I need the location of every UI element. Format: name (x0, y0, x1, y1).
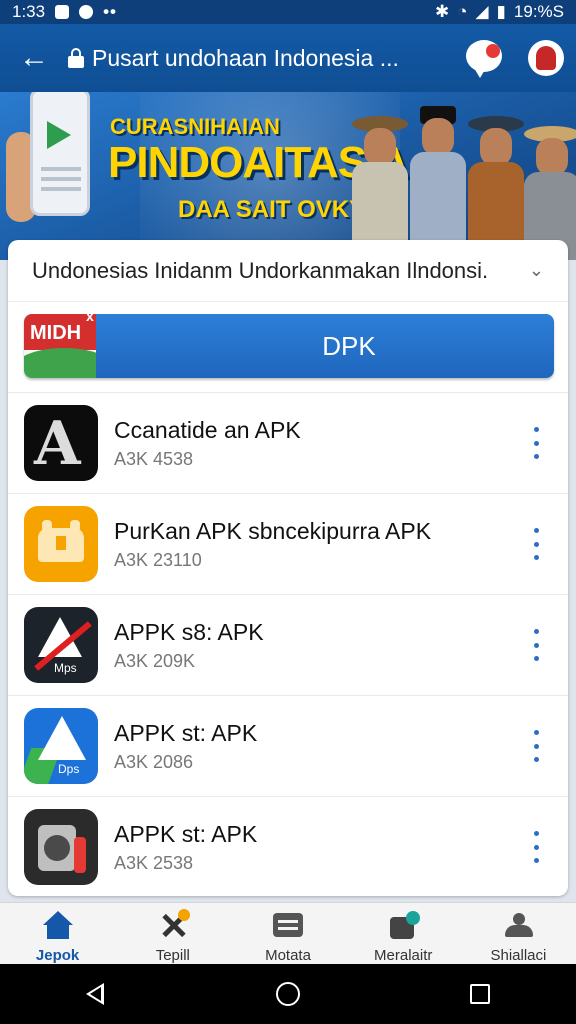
content-card: Undonesias Inidanm Undorkanmakan Ilndons… (8, 240, 568, 896)
dpk-row: DPK MIDH x (8, 302, 568, 392)
list-item[interactable]: PurKan APK sbncekipurra APK A3K 23110 (8, 493, 568, 594)
app-list: A Ccanatide an APK A3K 4538 PurKan APK s… (8, 392, 568, 896)
wifi-icon: ◔ (457, 2, 468, 21)
bottom-navigation: Jepok Tepill Motata Meralaitr Shiallaci (0, 902, 576, 964)
back-button[interactable]: ← (0, 24, 68, 92)
chat-notification-button[interactable] (466, 40, 502, 78)
system-navigation-bar (0, 964, 576, 1024)
status-bar: 1:33 •• ✱ ◔ ◢ ▮ 19:%S (0, 0, 576, 24)
letter-a-icon: A (24, 405, 98, 481)
android-icon (24, 506, 98, 582)
signal-icon: ◢ (475, 2, 489, 21)
more-options-button[interactable] (530, 730, 542, 762)
home-icon (42, 911, 73, 939)
more-notifications-icon: •• (103, 2, 117, 21)
person-image (410, 100, 466, 260)
app-name: Ccanatide an APK (114, 417, 301, 443)
app-size: A3K 2086 (114, 752, 194, 772)
dpk-button-label: DPK (322, 330, 376, 361)
nav-label: Tepill (155, 947, 190, 964)
nav-item-market[interactable]: Meralaitr (346, 903, 461, 964)
system-back-button[interactable] (76, 974, 116, 1014)
midh-badge: MIDH x (24, 314, 96, 378)
app-size: A3K 23110 (114, 550, 202, 570)
tools-icon (158, 909, 190, 939)
device-icon (24, 809, 98, 885)
nav-item-home[interactable]: Jepok (0, 903, 115, 964)
nav-label: Shiallaci (490, 947, 547, 964)
notification-dot-icon (486, 44, 500, 58)
list-item[interactable]: APPK st: APK A3K 2538 (8, 796, 568, 896)
triangle-slash-icon: Mps (24, 607, 98, 683)
more-options-button[interactable] (530, 528, 542, 560)
battery-icon: ▮ (496, 2, 506, 21)
arrow-left-icon: ← (19, 41, 49, 74)
page-title: Pusart undohaan Indonesia ... (92, 44, 399, 71)
more-options-button[interactable] (530, 629, 542, 661)
notification-icon (55, 5, 70, 19)
app-name: APPK s8: APK (114, 619, 264, 645)
nav-item-people[interactable]: Shiallaci (461, 903, 576, 964)
nav-item-tools[interactable]: Tepill (115, 903, 230, 964)
dropdown-value: Undonesias Inidanm Undorkanmakan Ilndons… (32, 257, 489, 283)
category-dropdown[interactable]: Undonesias Inidanm Undorkanmakan Ilndons… (8, 240, 568, 302)
promo-banner[interactable]: CURASNIHAIAN PINDOAITASIA DAA SAIT OVKY (0, 92, 576, 260)
market-icon (388, 911, 421, 939)
grid-icon (273, 911, 303, 939)
system-recents-button[interactable] (460, 974, 500, 1014)
midh-badge-text: MIDH (30, 322, 82, 344)
status-time: 1:33 (12, 2, 46, 21)
person-image (524, 120, 576, 260)
app-name: APPK st: APK (114, 821, 258, 847)
nav-item-grid[interactable]: Motata (230, 903, 345, 964)
nav-label: Meralaitr (374, 947, 433, 964)
nav-label: Motata (265, 947, 311, 964)
app-bar: ← Pusart undohaan Indonesia ... (0, 24, 576, 92)
nav-label: Jepok (35, 947, 80, 964)
people-icon (503, 911, 534, 939)
list-item[interactable]: Dps APPK st: APK A3K 2086 (8, 695, 568, 796)
chevron-down-icon: ⌄ (528, 260, 544, 280)
app-name: PurKan APK sbncekipurra APK (114, 518, 432, 544)
bluetooth-icon: ✱ (434, 2, 450, 21)
triangle-blue-icon: Dps (24, 708, 98, 784)
banner-line-3: DAA SAIT OVKY (178, 196, 366, 223)
app-size: A3K 209K (114, 651, 196, 671)
close-icon: x (86, 314, 94, 324)
battery-level: 19:%S (513, 2, 564, 21)
app-size: A3K 2538 (114, 853, 194, 873)
person-image (352, 110, 408, 260)
play-store-icon (47, 121, 71, 149)
app-size: A3K 4538 (114, 449, 194, 469)
sync-icon (79, 5, 94, 19)
app-name: APPK st: APK (114, 720, 258, 746)
dpk-button[interactable]: DPK (24, 314, 554, 378)
more-options-button[interactable] (530, 427, 542, 459)
more-options-button[interactable] (530, 831, 542, 863)
lock-icon (68, 48, 84, 68)
phone-image (30, 92, 90, 216)
profile-avatar[interactable] (528, 40, 564, 76)
system-home-button[interactable] (268, 974, 308, 1014)
list-item[interactable]: Mps APPK s8: APK A3K 209K (8, 594, 568, 695)
person-image (468, 110, 524, 260)
banner-line-1: CURASNIHAIAN (110, 114, 280, 139)
list-item[interactable]: A Ccanatide an APK A3K 4538 (8, 392, 568, 493)
